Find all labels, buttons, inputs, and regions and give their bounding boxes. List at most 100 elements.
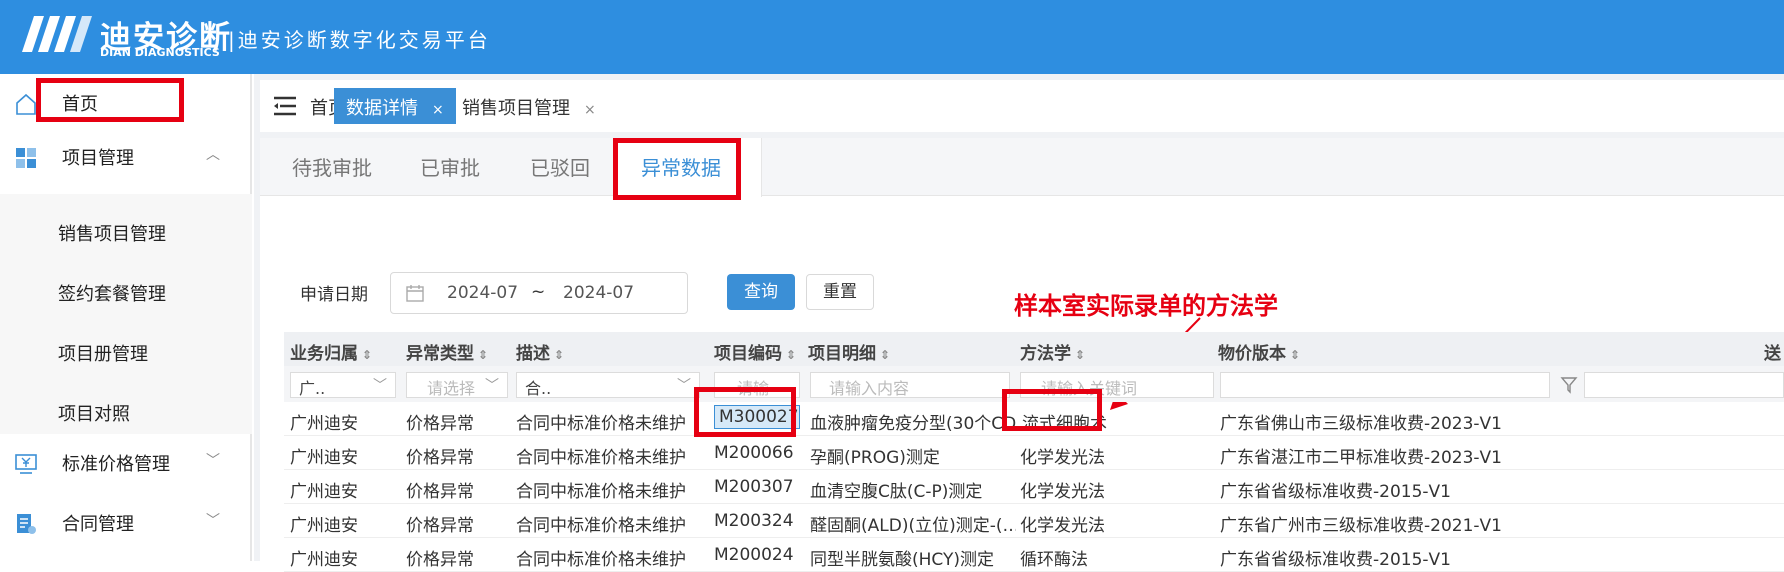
cell-method: 循环酶法 [1020,550,1088,570]
sidebar-item-label: 合同管理 [62,514,134,535]
price-version-filter-input[interactable] [1220,372,1550,398]
col-header-price-version[interactable]: 物价版本 ⇕ [1218,339,1300,364]
sort-icon[interactable]: ⇕ [786,348,796,362]
table-header: 业务归属 ⇕ 异常类型 ⇕ 描述 ⇕ 项目编码 ⇕ 项目明细 ⇕ 方法学 ⇕ 物价版本 ⇕ 送 [284,332,1784,366]
cell-method: 化学发光法 [1020,516,1105,536]
sidebar-item-contract[interactable]: 合同管理 ﹀ [0,494,252,554]
reset-button[interactable]: 重置 [806,274,874,310]
header-label: 项目明细 [808,344,876,364]
cell-detail: 孕酮(PROG)测定 [810,448,940,468]
sidebar-item-project-mgmt[interactable]: 项目管理 ︿ [0,128,252,188]
cell-price-version: 广东省广州市三级标准收费-2021-V1 [1220,516,1502,536]
chevron-down-icon: ﹀ [206,513,220,529]
table-row[interactable]: 广州迪安 价格异常 合同中标准价格未维护 M200024 同型半胱氨酸(HCY)测定 循环… [284,538,1784,572]
top-header: 迪安诊断 DIAN DIAGNOSTICS |迪安诊断数字化交易平台 [0,0,1784,74]
tab-rejected[interactable]: 已驳回 [530,152,590,181]
col-header-method[interactable]: 方法学 ⇕ [1020,339,1085,364]
platform-title: |迪安诊断数字化交易平台 [228,28,491,52]
sort-icon[interactable]: ⇕ [554,348,564,362]
cell-desc: 合同中标准价格未维护 [516,448,686,468]
status-tabs: 待我审批 已审批 已驳回 异常数据 [260,138,1784,197]
sidebar: 首页 项目管理 ︿ 销售项目管理 签约套餐管理 项目册管理 项目对照 标准价格管… [0,74,252,561]
table-row[interactable]: 广州迪安 价格异常 合同中标准价格未维护 M200324 醛固酮(ALD)(立位)测定-… [284,504,1784,538]
project-submenu: 销售项目管理 签约套餐管理 项目册管理 项目对照 [0,194,252,434]
col-header-type[interactable]: 异常类型 ⇕ [406,339,488,364]
chevron-down-icon: ﹀ [373,378,387,394]
close-icon[interactable]: × [432,102,444,118]
table-row[interactable]: 广州迪安 价格异常 合同中标准价格未维护 M200066 孕酮(PROG)测定 化学发光法… [284,436,1784,470]
cell-price-version: 广东省省级标准收费-2015-V1 [1220,482,1451,502]
sort-icon[interactable]: ⇕ [478,348,488,362]
chevron-down-icon: ﹀ [206,453,220,469]
highlight-box-home [36,78,184,122]
detail-filter-input[interactable]: 请输入内容 [810,372,1010,398]
home-icon [16,93,36,115]
sidebar-subitem-sales-project[interactable]: 销售项目管理 [58,220,166,246]
cell-desc: 合同中标准价格未维护 [516,550,686,570]
sort-icon[interactable]: ⇕ [1290,348,1300,362]
col-header-business[interactable]: 业务归属 ⇕ [290,339,372,364]
tab-data-detail[interactable]: 数据详情 × [334,88,456,124]
send-filter-input[interactable] [1584,372,1784,398]
filter-placeholder: 请选择 [427,379,476,398]
cell-business: 广州迪安 [290,414,358,434]
header-label: 异常类型 [406,344,474,364]
header-label: 业务归属 [290,344,358,364]
filter-icon[interactable] [1560,376,1578,394]
content-panel: 待我审批 已审批 已驳回 异常数据 申请日期 2024-07 ~ 2024-07… [260,138,1784,572]
close-icon[interactable]: × [584,102,596,118]
sort-icon[interactable]: ⇕ [880,348,890,362]
cell-type: 价格异常 [406,516,474,536]
cell-type: 价格异常 [406,448,474,468]
chevron-up-icon: ︿ [206,147,220,163]
cell-business: 广州迪安 [290,448,358,468]
cell-code: M200066 [714,443,794,463]
filter-value: 合.. [525,379,552,398]
cell-business: 广州迪安 [290,550,358,570]
sidebar-item-label: 标准价格管理 [62,454,170,475]
end-date[interactable]: 2024-07 [563,283,634,303]
col-header-detail[interactable]: 项目明细 ⇕ [808,339,890,364]
cell-type: 价格异常 [406,550,474,570]
table-row[interactable]: 广州迪安 价格异常 合同中标准价格未维护 M200307 血清空腹C肽(C-P)测定 化学… [284,470,1784,504]
cell-method: 化学发光法 [1020,448,1105,468]
sort-icon[interactable]: ⇕ [362,348,372,362]
start-date[interactable]: 2024-07 [447,283,518,303]
tab-pending[interactable]: 待我审批 [292,152,372,181]
tab-approved[interactable]: 已审批 [420,152,480,181]
grid-icon [16,148,36,168]
filter-value: 广.. [299,379,326,398]
tab-sales-project[interactable]: 销售项目管理 × [450,88,608,124]
cell-price-version: 广东省省级标准收费-2015-V1 [1220,550,1451,570]
collapse-menu-icon[interactable] [272,95,298,117]
sidebar-subitem-project-mapping[interactable]: 项目对照 [58,400,130,426]
business-filter-select[interactable]: 广.. ﹀ [290,372,396,398]
contract-icon [17,514,36,534]
sidebar-subitem-package[interactable]: 签约套餐管理 [58,280,166,306]
cell-detail: 血清空腹C肽(C-P)测定 [810,482,983,502]
cell-type: 价格异常 [406,482,474,502]
sort-icon[interactable]: ⇕ [1075,348,1085,362]
cell-method: 化学发光法 [1020,482,1105,502]
date-range-picker[interactable]: 2024-07 ~ 2024-07 [390,272,688,314]
col-header-desc[interactable]: 描述 ⇕ [516,339,564,364]
sidebar-subitem-project-book[interactable]: 项目册管理 [58,340,148,366]
col-header-code[interactable]: 项目编码 ⇕ [714,339,796,364]
tab-label: 数据详情 [346,98,418,119]
cell-code: M200324 [714,511,794,531]
sidebar-item-label: 项目管理 [62,148,134,169]
price-board-icon [15,454,37,474]
highlight-box-method [1002,389,1102,431]
query-button[interactable]: 查询 [727,274,795,310]
tab-bar: 首页 数据详情 × 销售项目管理 × [260,80,1784,132]
col-header-send[interactable]: 送 [1764,339,1781,364]
cell-detail: 同型半胱氨酸(HCY)测定 [810,550,995,570]
cell-desc: 合同中标准价格未维护 [516,516,686,536]
filter-placeholder: 请输入内容 [829,379,910,398]
main-area: 首页 数据详情 × 销售项目管理 × 待我审批 已审批 已驳回 异常数据 申请日期 … [254,74,1784,572]
sidebar-item-standard-price[interactable]: 标准价格管理 ﹀ [0,434,252,494]
type-filter-select[interactable]: 请选择 ﹀ [406,372,508,398]
dian-logo-icon [22,16,92,52]
desc-filter-select[interactable]: 合.. ﹀ [516,372,700,398]
header-label: 物价版本 [1218,344,1286,364]
